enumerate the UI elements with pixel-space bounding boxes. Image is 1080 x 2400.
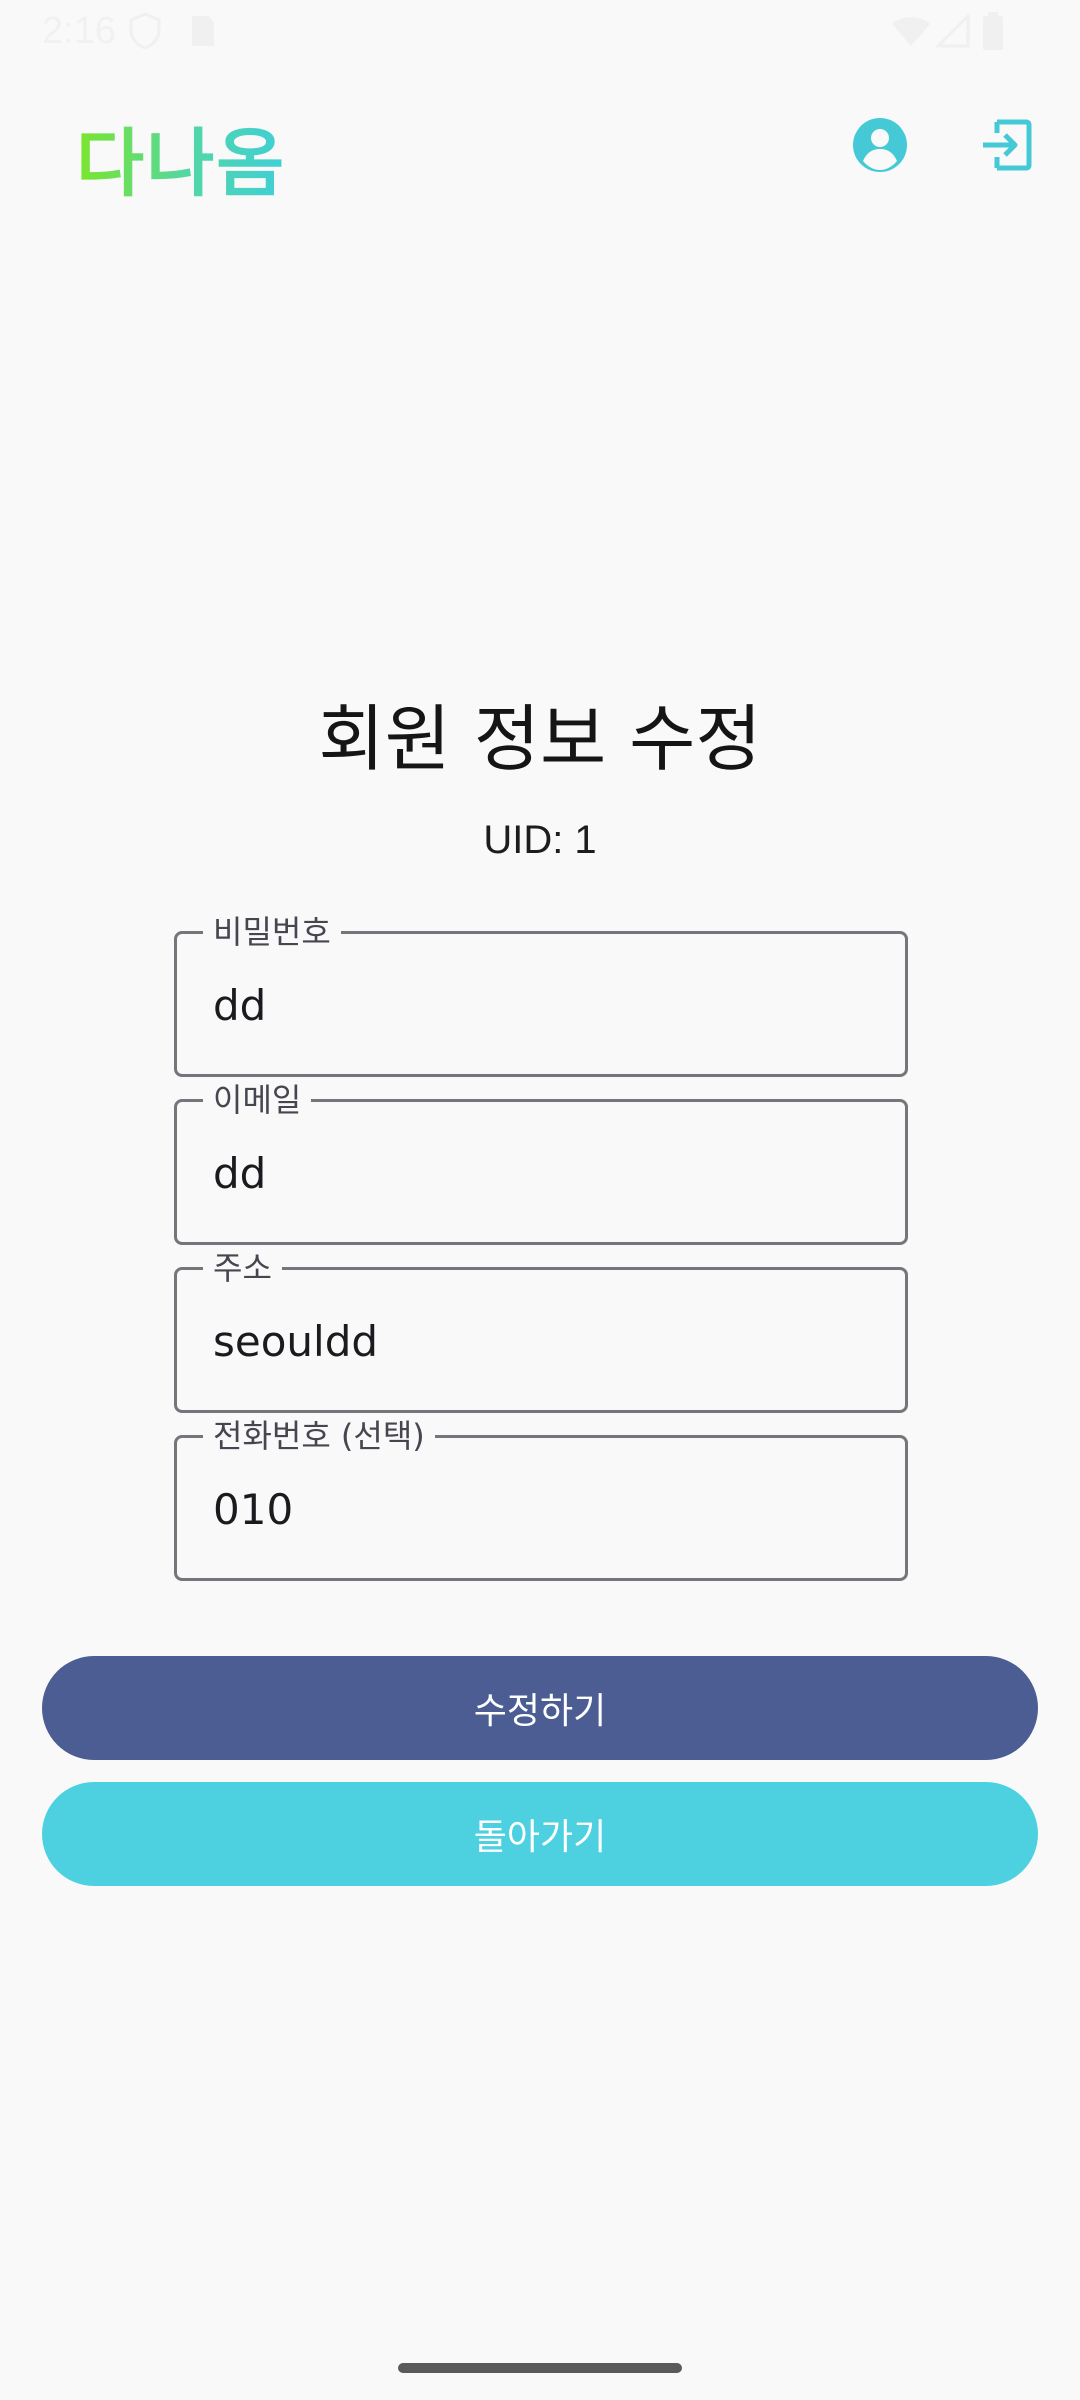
password-field[interactable]: 비밀번호 <box>174 912 908 1077</box>
wifi-icon <box>890 12 932 54</box>
login-button[interactable] <box>970 111 1042 183</box>
account-circle-icon <box>852 117 908 177</box>
email-input[interactable] <box>213 1138 873 1208</box>
profile-button[interactable] <box>844 111 916 183</box>
email-label: 이메일 <box>203 1080 312 1120</box>
home-indicator[interactable] <box>398 2363 682 2373</box>
uid-label: UID: 1 <box>483 818 597 862</box>
address-field[interactable]: 주소 <box>174 1248 908 1413</box>
sim-icon <box>188 12 216 54</box>
status-bar: 2:16 <box>0 0 1080 64</box>
back-button[interactable]: 돌아가기 <box>42 1782 1038 1886</box>
password-label: 비밀번호 <box>203 912 341 952</box>
phone-label: 전화번호 (선택) <box>203 1416 435 1456</box>
shield-icon <box>128 12 162 54</box>
signal-icon <box>934 12 970 54</box>
app-bar: 다나옴 <box>0 64 1080 232</box>
login-icon <box>979 118 1033 176</box>
address-label: 주소 <box>203 1248 282 1288</box>
phone-field[interactable]: 전화번호 (선택) <box>174 1416 908 1581</box>
phone-input[interactable] <box>213 1474 873 1544</box>
address-input[interactable] <box>213 1306 873 1376</box>
password-input[interactable] <box>213 970 873 1040</box>
brand-logo[interactable]: 다나옴 <box>76 104 286 211</box>
email-field[interactable]: 이메일 <box>174 1080 908 1245</box>
submit-button[interactable]: 수정하기 <box>42 1656 1038 1760</box>
status-time: 2:16 <box>42 10 116 52</box>
page-title: 회원 정보 수정 <box>318 697 762 781</box>
battery-icon <box>982 12 1004 56</box>
